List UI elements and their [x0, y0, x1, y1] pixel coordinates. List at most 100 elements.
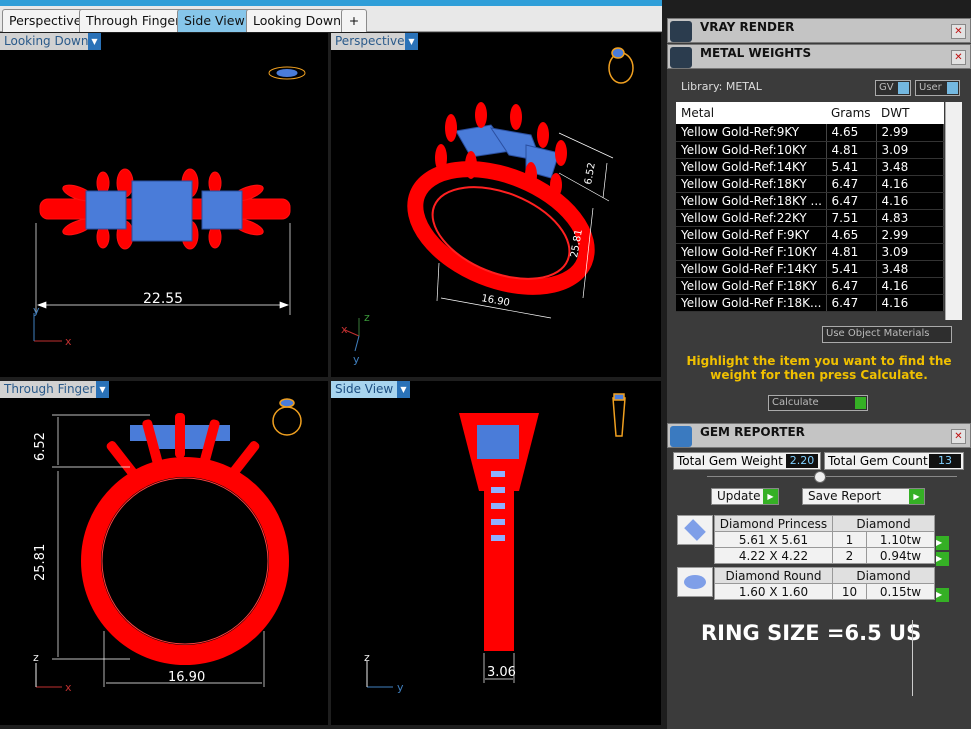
- metal-weights-icon: [670, 47, 692, 68]
- vray-icon: [670, 21, 692, 42]
- viewport-label[interactable]: Through Finger: [0, 381, 99, 398]
- table-row[interactable]: Yellow Gold-Ref:9KY 4.65 2.99: [676, 124, 944, 142]
- metal-name: Yellow Gold-Ref:18KY: [676, 175, 827, 193]
- col-dwt[interactable]: DWT: [876, 102, 944, 124]
- plugin-panel: VRAY RENDER ✕ METAL WEIGHTS ✕ Library: M…: [667, 18, 971, 729]
- metal-dwt: 4.83: [876, 209, 944, 227]
- metal-dwt: 4.16: [876, 294, 944, 312]
- gem-table-princess[interactable]: Diamond Princess Diamond 5.61 X 5.61 1 1.10…: [714, 515, 935, 564]
- svg-text:16.90: 16.90: [168, 670, 205, 685]
- calculate-button[interactable]: Calculate: [768, 395, 868, 411]
- metal-name: Yellow Gold-Ref F:10KY: [676, 243, 827, 261]
- chevron-down-icon[interactable]: ▼: [405, 33, 418, 50]
- metal-name: Yellow Gold-Ref:9KY: [676, 124, 827, 142]
- svg-text:y: y: [397, 681, 404, 694]
- save-report-button[interactable]: Save Report ▶: [802, 488, 925, 505]
- table-row[interactable]: Yellow Gold-Ref F:9KY 4.65 2.99: [676, 226, 944, 244]
- gem-slider-handle[interactable]: [814, 471, 826, 483]
- metal-grams: 4.81: [826, 141, 877, 159]
- svg-text:y: y: [353, 353, 360, 366]
- user-toggle[interactable]: User: [915, 80, 960, 96]
- gem-table-round[interactable]: Diamond Round Diamond 1.60 X 1.60 10 0.15tw: [714, 567, 935, 600]
- close-icon[interactable]: ✕: [951, 429, 966, 444]
- metal-dwt: 4.16: [876, 277, 944, 295]
- tab-side-view[interactable]: Side View: [177, 9, 252, 32]
- update-button[interactable]: Update ▶: [711, 488, 779, 505]
- use-object-materials-toggle[interactable]: Use Object Materials: [822, 326, 952, 343]
- tab-looking-down[interactable]: Looking Down: [246, 9, 349, 32]
- metal-dwt: 3.48: [876, 158, 944, 176]
- total-gem-weight-value: 2.20: [786, 454, 818, 468]
- metal-grams: 4.65: [826, 124, 877, 142]
- svg-text:3.06: 3.06: [487, 665, 516, 680]
- viewport-looking-down[interactable]: 22.55 x y Looking Down ▼: [0, 33, 328, 377]
- metal-weights-header[interactable]: METAL WEIGHTS ✕: [667, 44, 971, 69]
- metal-name: Yellow Gold-Ref F:9KY: [676, 226, 827, 244]
- dimension-width: 22.55: [143, 291, 183, 307]
- add-tab-button[interactable]: +: [341, 9, 367, 32]
- highlight-instructions: Highlight the item you want to find the …: [686, 354, 952, 382]
- gem-reporter-icon: [670, 426, 692, 447]
- metal-name: Yellow Gold-Ref F:18K...: [676, 294, 827, 312]
- metal-table-scrollbar[interactable]: [945, 102, 962, 320]
- view-tabs: Perspective Through Finger Side View Loo…: [0, 6, 662, 32]
- svg-text:6.52: 6.52: [33, 432, 48, 461]
- tab-perspective[interactable]: Perspective: [2, 9, 89, 32]
- table-row[interactable]: Yellow Gold-Ref F:10KY 4.81 3.09: [676, 243, 944, 261]
- ring-perspective-view: 6.52 25.81 16.90 x z y: [341, 47, 634, 366]
- chevron-down-icon[interactable]: ▼: [88, 33, 101, 50]
- svg-text:y: y: [33, 304, 40, 317]
- svg-text:x: x: [65, 681, 72, 694]
- table-row[interactable]: Yellow Gold-Ref:22KY 7.51 4.83: [676, 209, 944, 227]
- ring-front-view: 6.52 25.81 16.90 z x: [33, 398, 302, 694]
- viewport-label[interactable]: Side View: [331, 381, 398, 398]
- viewport-perspective[interactable]: 6.52 25.81 16.90 x z y Perspective ▼: [331, 33, 661, 377]
- table-row[interactable]: Yellow Gold-Ref F:14KY 5.41 3.48: [676, 260, 944, 278]
- metal-dwt: 4.16: [876, 175, 944, 193]
- ring-size-text: RING SIZE =6.5 US: [701, 621, 922, 645]
- metal-grams: 5.41: [826, 158, 877, 176]
- svg-text:16.90: 16.90: [480, 293, 510, 309]
- ring-side-view: 3.06 z y: [364, 393, 626, 694]
- chevron-down-icon[interactable]: ▼: [96, 381, 109, 398]
- metal-grams: 7.51: [826, 209, 877, 227]
- library-label: Library: METAL: [681, 80, 762, 93]
- table-row[interactable]: Yellow Gold-Ref:18KY ... 6.47 4.16: [676, 192, 944, 210]
- table-row[interactable]: Yellow Gold-Ref F:18K... 6.47 4.16: [676, 294, 944, 312]
- tab-through-finger[interactable]: Through Finger: [79, 9, 188, 32]
- round-diamond-icon: [677, 567, 713, 597]
- svg-text:z: z: [364, 311, 370, 324]
- chevron-down-icon[interactable]: ▼: [397, 381, 410, 398]
- viewport-label[interactable]: Perspective: [331, 33, 409, 50]
- play-icon[interactable]: ▶: [936, 584, 949, 603]
- svg-text:z: z: [33, 651, 39, 664]
- viewport-through-finger[interactable]: 6.52 25.81 16.90 z x Through Finger ▼: [0, 381, 328, 725]
- close-icon[interactable]: ✕: [951, 24, 966, 39]
- table-row[interactable]: Yellow Gold-Ref F:18KY 6.47 4.16: [676, 277, 944, 295]
- metal-weights-table[interactable]: Metal Grams DWT Yellow Gold-Ref:9KY 4.65 2…: [676, 102, 944, 312]
- gv-toggle[interactable]: GV: [875, 80, 911, 96]
- metal-dwt: 3.48: [876, 260, 944, 278]
- close-icon[interactable]: ✕: [951, 50, 966, 65]
- vray-render-header[interactable]: VRAY RENDER ✕: [667, 18, 971, 43]
- princess-diamond-icon: [677, 515, 713, 545]
- metal-name: Yellow Gold-Ref F:14KY: [676, 260, 827, 278]
- svg-text:6.52: 6.52: [583, 162, 598, 186]
- play-icon[interactable]: ▶: [936, 548, 949, 567]
- col-metal[interactable]: Metal: [676, 102, 826, 124]
- ring-top-view: 22.55 x y: [33, 66, 306, 348]
- table-row[interactable]: Yellow Gold-Ref:14KY 5.41 3.48: [676, 158, 944, 176]
- viewport-side-view[interactable]: 3.06 z y Side View ▼: [331, 381, 661, 725]
- table-row[interactable]: Yellow Gold-Ref:10KY 4.81 3.09: [676, 141, 944, 159]
- svg-text:x: x: [65, 335, 72, 348]
- metal-name: Yellow Gold-Ref:18KY ...: [676, 192, 827, 210]
- metal-grams: 6.47: [826, 277, 877, 295]
- col-grams[interactable]: Grams: [826, 102, 876, 124]
- gem-reporter-header[interactable]: GEM REPORTER ✕: [667, 423, 971, 448]
- table-row[interactable]: Yellow Gold-Ref:18KY 6.47 4.16: [676, 175, 944, 193]
- text-cursor: [912, 620, 913, 696]
- metal-grams: 6.47: [826, 294, 877, 312]
- total-gem-count: Total Gem Count 13: [824, 452, 964, 470]
- viewport-label[interactable]: Looking Down: [0, 33, 93, 50]
- metal-dwt: 3.09: [876, 141, 944, 159]
